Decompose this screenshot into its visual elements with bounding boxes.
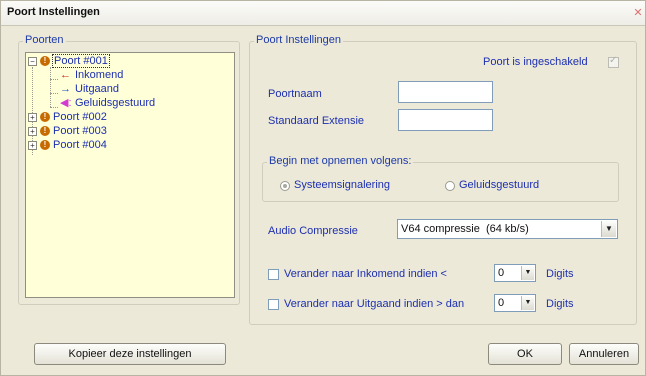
tree-item-poort-001[interactable]: Poort #001: [52, 54, 110, 68]
outgoing-label: Verander naar Uitgaand indien > dan: [284, 298, 465, 310]
chevron-down-icon[interactable]: ▼: [521, 266, 534, 280]
outgoing-digits-label: Digits: [546, 298, 574, 310]
tree-line: [50, 107, 58, 108]
audio-compression-value: V64 compressie (64 kb/s): [401, 223, 529, 235]
ports-group: Poorten − ! Poort #001 ← Inkomend → Uitg…: [18, 34, 240, 305]
outgoing-digits-value: 0: [498, 297, 505, 309]
info-icon: !: [40, 140, 50, 150]
port-settings-legend: Poort Instellingen: [254, 34, 343, 46]
arrow-left-icon: ←: [60, 69, 71, 81]
extension-label: Standaard Extensie: [268, 115, 365, 127]
ports-tree[interactable]: − ! Poort #001 ← Inkomend → Uitgaand ◀: …: [25, 52, 235, 298]
enabled-checkbox[interactable]: [608, 55, 619, 68]
ok-button[interactable]: OK: [488, 343, 562, 365]
port-name-label: Poortnaam: [268, 88, 322, 100]
tree-item-inkomend[interactable]: Inkomend: [74, 68, 124, 82]
tree-item-poort-002[interactable]: Poort #002: [52, 110, 108, 124]
ports-legend: Poorten: [23, 34, 66, 46]
port-name-input[interactable]: [398, 81, 493, 103]
record-mode-legend: Begin met opnemen volgens:: [267, 155, 414, 167]
record-mode-group: Begin met opnemen volgens: Systeemsignal…: [262, 155, 619, 202]
tree-line: [50, 67, 51, 107]
dialog-window: Poort Instellingen ✕ Poorten − ! Poort #…: [0, 0, 646, 376]
audio-compression-label: Audio Compressie: [268, 225, 358, 237]
speaker-icon: ◀:: [60, 97, 72, 109]
arrow-right-icon: →: [60, 83, 71, 95]
close-icon[interactable]: ✕: [633, 7, 643, 19]
cancel-button[interactable]: Annuleren: [569, 343, 639, 365]
outgoing-digits-spinner[interactable]: 0 ▼: [494, 294, 536, 312]
title-bar: Poort Instellingen ✕: [1, 1, 645, 26]
radio-label-systeemsignalering: Systeemsignalering: [294, 179, 390, 191]
expand-icon[interactable]: +: [28, 127, 37, 136]
radio-geluidsgestuurd[interactable]: [445, 181, 455, 191]
tree-item-poort-003[interactable]: Poort #003: [52, 124, 108, 138]
port-settings-group: Poort Instellingen Poort is ingeschakeld…: [249, 34, 637, 325]
outgoing-checkbox[interactable]: [268, 299, 279, 310]
window-title: Poort Instellingen: [7, 6, 100, 18]
chevron-down-icon[interactable]: ▼: [521, 296, 534, 310]
expand-icon[interactable]: +: [28, 113, 37, 122]
extension-input[interactable]: [398, 109, 493, 131]
radio-systeemsignalering[interactable]: [280, 181, 290, 191]
info-icon: !: [40, 112, 50, 122]
collapse-icon[interactable]: −: [28, 57, 37, 66]
incoming-checkbox[interactable]: [268, 269, 279, 280]
expand-icon[interactable]: +: [28, 141, 37, 150]
incoming-label: Verander naar Inkomend indien <: [284, 268, 447, 280]
radio-label-geluidsgestuurd: Geluidsgestuurd: [459, 179, 540, 191]
tree-item-poort-004[interactable]: Poort #004: [52, 138, 108, 152]
audio-compression-select[interactable]: V64 compressie (64 kb/s) ▼: [397, 219, 618, 239]
tree-item-uitgaand[interactable]: Uitgaand: [74, 82, 120, 96]
incoming-digits-spinner[interactable]: 0 ▼: [494, 264, 536, 282]
tree-line: [50, 93, 58, 94]
incoming-digits-value: 0: [498, 267, 505, 279]
copy-settings-button[interactable]: Kopieer deze instellingen: [34, 343, 226, 365]
enabled-label: Poort is ingeschakeld: [483, 56, 588, 68]
chevron-down-icon[interactable]: ▼: [601, 221, 616, 237]
tree-item-geluidsgestuurd[interactable]: Geluidsgestuurd: [74, 96, 156, 110]
info-icon: !: [40, 126, 50, 136]
incoming-digits-label: Digits: [546, 268, 574, 280]
info-icon: !: [40, 56, 50, 66]
tree-line: [50, 79, 58, 80]
